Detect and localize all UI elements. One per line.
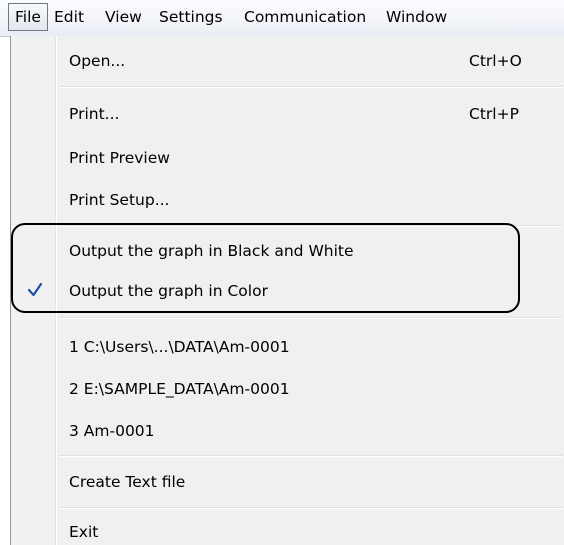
menu-separator	[59, 317, 563, 319]
menu-item-create-text-file[interactable]: Create Text file	[69, 469, 185, 495]
menu-edit[interactable]: Edit	[48, 3, 90, 31]
menu-item-recent-file-2[interactable]: 2 E:\SAMPLE_DATA\Am-0001	[69, 376, 290, 402]
menu-separator	[59, 86, 563, 88]
menu-item-recent-file-1[interactable]: 1 C:\Users\...\DATA\Am-0001	[69, 334, 290, 360]
menu-item-print-preview[interactable]: Print Preview	[69, 145, 170, 171]
menu-separator	[59, 455, 563, 457]
shortcut-open: Ctrl+O	[469, 52, 522, 70]
menu-item-print-setup[interactable]: Print Setup...	[69, 187, 169, 213]
menu-bar: File Edit View Settings Communication Wi…	[0, 0, 564, 37]
menu-view[interactable]: View	[99, 3, 148, 31]
menu-communication[interactable]: Communication	[238, 3, 372, 31]
shortcut-print: Ctrl+P	[469, 105, 519, 123]
menu-item-exit[interactable]: Exit	[69, 519, 98, 545]
menu-separator	[59, 507, 563, 509]
menu-item-recent-file-3[interactable]: 3 Am-0001	[69, 418, 155, 444]
highlight-callout-box	[11, 223, 520, 313]
menu-window[interactable]: Window	[380, 3, 453, 31]
menu-item-print[interactable]: Print...	[69, 101, 119, 127]
menu-file[interactable]: File	[8, 3, 48, 31]
file-dropdown-menu: Open... Ctrl+O Print... Ctrl+P Print Pre…	[10, 36, 564, 545]
menu-settings[interactable]: Settings	[153, 3, 229, 31]
menu-item-open[interactable]: Open...	[69, 48, 125, 74]
